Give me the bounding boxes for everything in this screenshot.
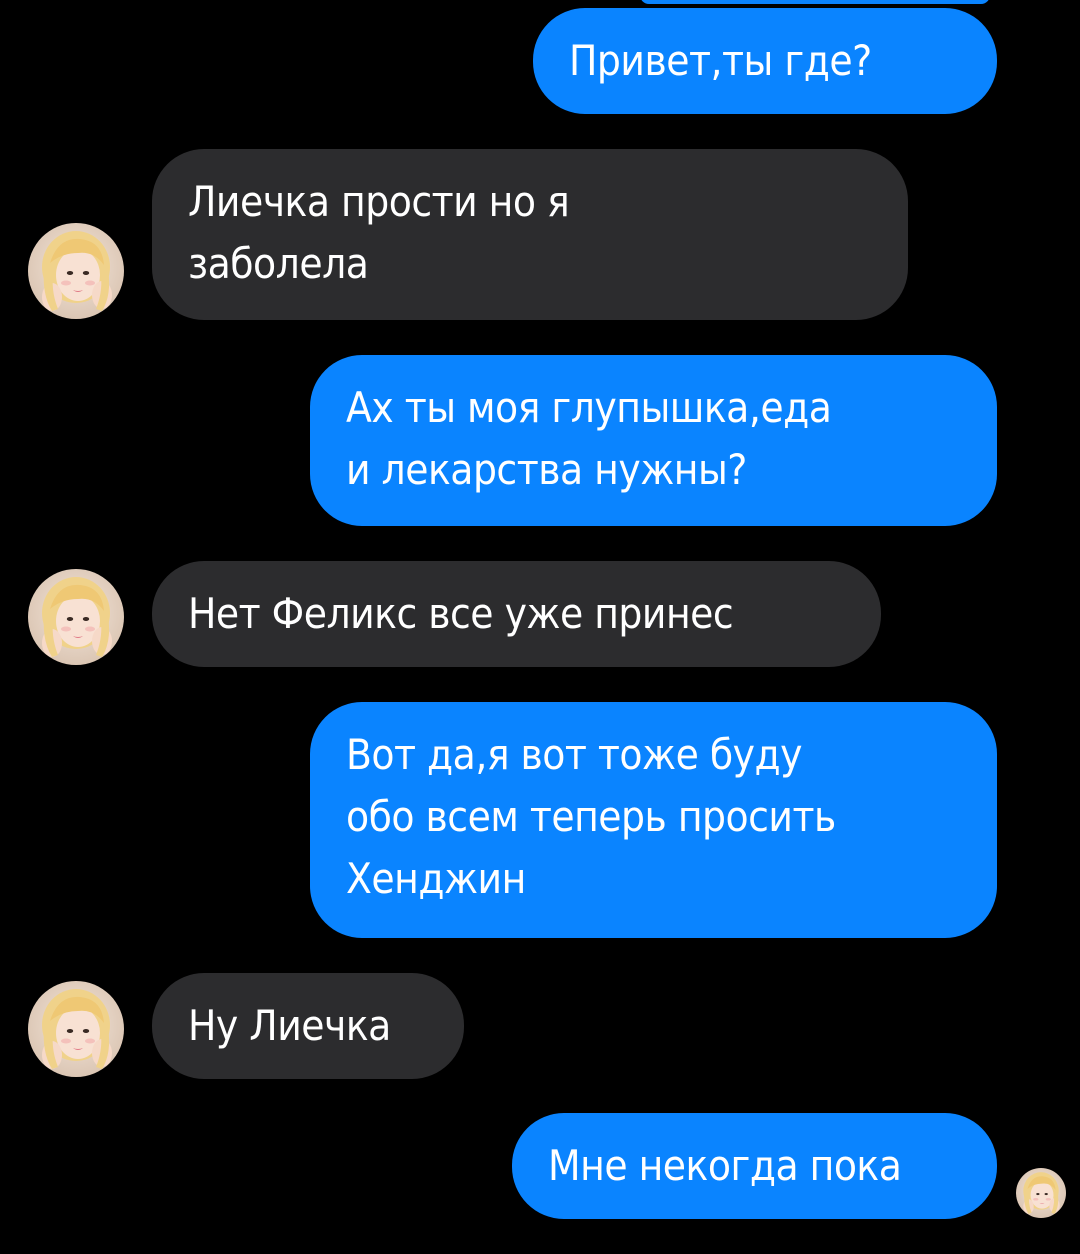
read-receipt-avatar-icon xyxy=(1016,1168,1066,1218)
incoming-message-bubble[interactable]: Лиечка прости но я заболела xyxy=(152,149,908,320)
outgoing-message-bubble[interactable]: Мне некогда пока xyxy=(512,1113,997,1219)
contact-avatar-icon[interactable] xyxy=(28,569,124,665)
contact-avatar-icon[interactable] xyxy=(28,981,124,1077)
outgoing-message-bubble[interactable]: Вот да,я вот тоже буду обо всем теперь п… xyxy=(310,702,997,938)
incoming-message-bubble[interactable]: Нет Феликс все уже принес xyxy=(152,561,881,667)
previous-message-edge xyxy=(640,0,990,4)
contact-avatar-icon[interactable] xyxy=(28,223,124,319)
outgoing-message-bubble[interactable]: Привет,ты где? xyxy=(533,8,997,114)
outgoing-message-bubble[interactable]: Ах ты моя глупышка,еда и лекарства нужны… xyxy=(310,355,997,526)
incoming-message-bubble[interactable]: Ну Лиечка xyxy=(152,973,464,1079)
